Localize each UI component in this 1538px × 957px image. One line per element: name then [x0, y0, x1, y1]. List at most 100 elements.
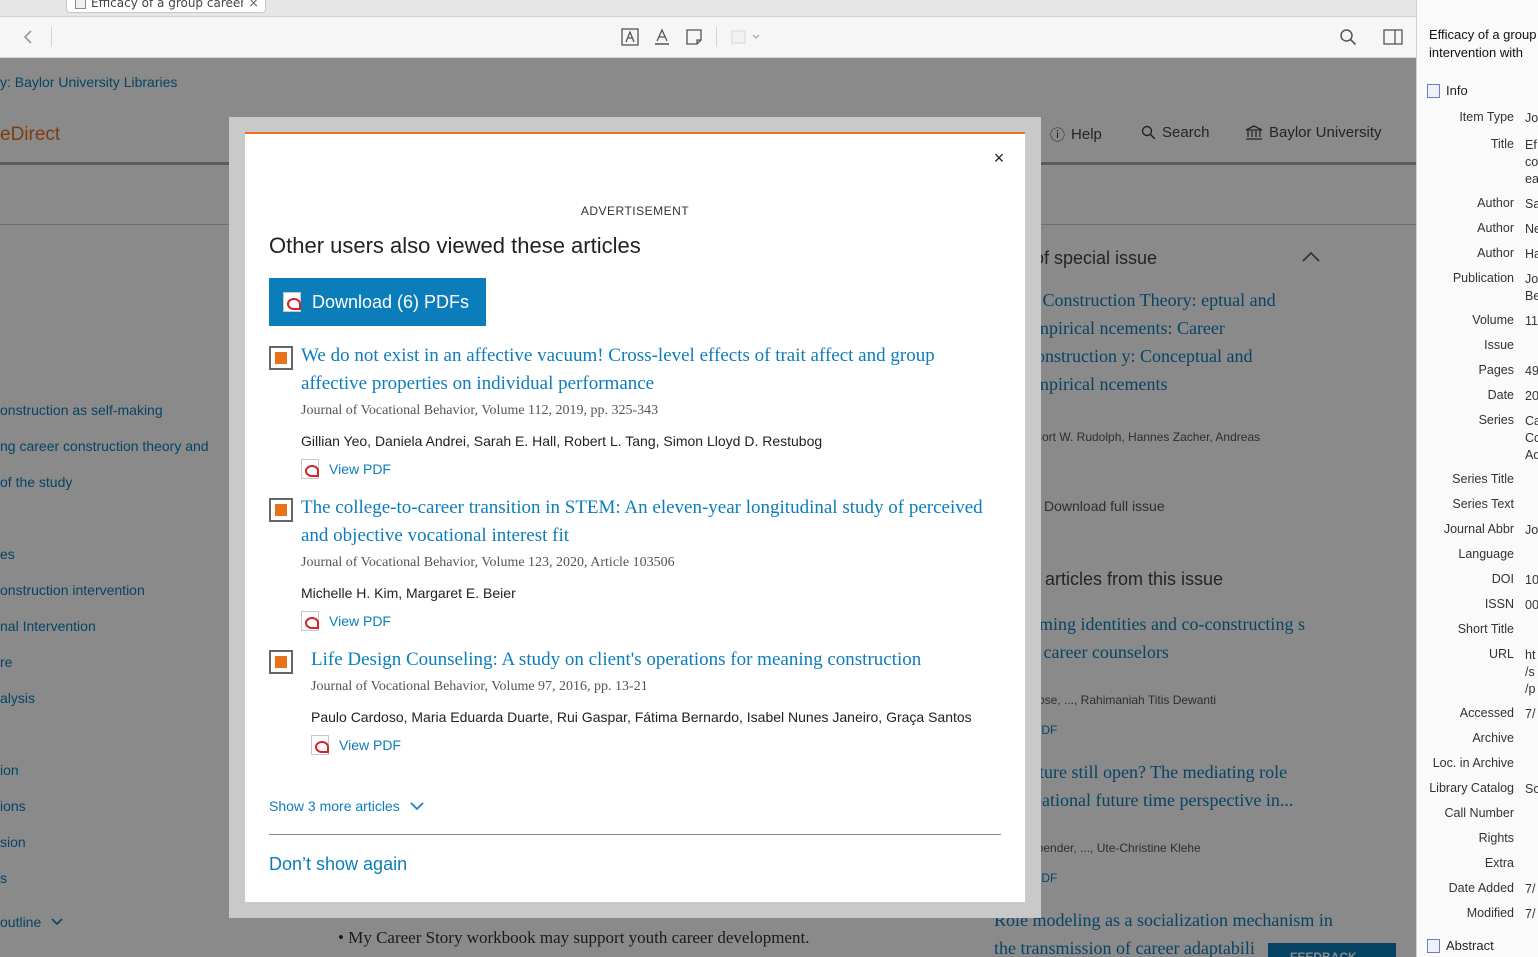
- chevron-left-icon[interactable]: [16, 25, 40, 49]
- view-pdf-label: View PDF: [339, 737, 401, 753]
- field-value[interactable]: Sa: [1525, 196, 1538, 213]
- field-label: ISSN: [1484, 597, 1514, 611]
- field-value[interactable]: 7/: [1525, 706, 1538, 723]
- text-box-icon[interactable]: [618, 25, 642, 49]
- abstract-section-label: Abstract: [1446, 938, 1494, 953]
- field-value[interactable]: Sc: [1525, 781, 1538, 798]
- field-label: Loc. in Archive: [1432, 756, 1514, 770]
- view-pdf-link[interactable]: View PDF: [301, 611, 1001, 631]
- item-pane-title: Efficacy of a group intervention with: [1429, 27, 1537, 60]
- field-label: Author: [1477, 221, 1514, 235]
- view-pdf-link[interactable]: View PDF: [311, 735, 991, 755]
- article-journal: Journal of Vocational Behavior, Volume 1…: [301, 555, 675, 570]
- field-value[interactable]: ht /s /p: [1525, 647, 1538, 698]
- field-label: Date Added: [1448, 881, 1514, 895]
- field-label: Title: [1490, 137, 1514, 151]
- info-section-label: Info: [1446, 83, 1468, 98]
- field-value[interactable]: 7/: [1525, 881, 1538, 898]
- info-section-header[interactable]: Info: [1427, 83, 1468, 98]
- field-label: Journal Abbr: [1443, 522, 1514, 536]
- modal-title: Other users also viewed these articles: [269, 233, 641, 258]
- article-title[interactable]: We do not exist in an affective vacuum! …: [301, 342, 1001, 398]
- field-label: Author: [1477, 246, 1514, 260]
- article-title[interactable]: Life Design Counseling: A study on clien…: [311, 646, 991, 674]
- field-label: Archive: [1472, 731, 1514, 745]
- dont-show-again-link[interactable]: Don’t show again: [269, 854, 407, 875]
- article-checkbox[interactable]: [269, 346, 293, 370]
- download-pdfs-label: Download (6) PDFs: [312, 291, 470, 312]
- field-label: Short Title: [1457, 622, 1514, 636]
- pdf-icon: [311, 735, 329, 755]
- article-authors: Paulo Cardoso, Maria Eduarda Duarte, Rui…: [311, 709, 972, 725]
- show-more-articles[interactable]: Show 3 more articles: [269, 798, 424, 814]
- info-icon: [1427, 83, 1440, 98]
- field-label: Date: [1487, 388, 1514, 402]
- field-label: Issue: [1484, 338, 1514, 352]
- field-label: Series Text: [1452, 497, 1514, 511]
- field-label: Accessed: [1459, 706, 1514, 720]
- pdf-file-icon: [75, 0, 86, 9]
- article-journal: Journal of Vocational Behavior, Volume 9…: [311, 679, 648, 694]
- field-value[interactable]: 10: [1525, 572, 1538, 589]
- view-pdf-label: View PDF: [329, 461, 391, 477]
- close-icon[interactable]: ×: [989, 148, 1009, 168]
- download-pdfs-button[interactable]: Download (6) PDFs: [269, 278, 486, 326]
- abstract-section-header[interactable]: Abstract: [1427, 938, 1494, 953]
- field-value[interactable]: 7/: [1525, 906, 1538, 923]
- toolbar-divider: [51, 27, 52, 47]
- field-label: Rights: [1478, 831, 1514, 845]
- field-value[interactable]: 20: [1525, 388, 1538, 405]
- field-value[interactable]: Jo: [1525, 522, 1538, 539]
- field-label: Language: [1458, 547, 1514, 561]
- reader-toolbar: [0, 17, 1416, 58]
- pdf-icon: [301, 611, 319, 631]
- document-tab[interactable]: Efficacy of a group career ×: [66, 0, 266, 13]
- tab-title: Efficacy of a group career: [91, 0, 244, 10]
- field-label: Series: [1478, 413, 1514, 427]
- field-value[interactable]: Ha: [1525, 246, 1538, 263]
- field-label: Pages: [1478, 363, 1514, 377]
- field-label: DOI: [1491, 572, 1514, 586]
- field-value[interactable]: 00: [1525, 597, 1538, 614]
- note-icon[interactable]: [682, 25, 706, 49]
- field-value[interactable]: Ca Co Ad: [1525, 413, 1538, 464]
- text-underline-icon[interactable]: [650, 25, 674, 49]
- article-authors: Michelle H. Kim, Margaret E. Beier: [301, 585, 516, 601]
- field-label: Author: [1477, 196, 1514, 210]
- field-label: Extra: [1484, 856, 1514, 870]
- field-label: Publication: [1452, 271, 1514, 285]
- pdf-icon: [301, 459, 319, 479]
- toolbar-divider: [716, 27, 717, 47]
- sidebar-toggle-icon[interactable]: [1381, 25, 1405, 49]
- pdf-icon: [283, 292, 301, 312]
- article-checkbox[interactable]: [269, 498, 293, 522]
- tab-close-icon[interactable]: ×: [248, 0, 259, 11]
- chevron-down-icon: [410, 801, 424, 810]
- field-label: Modified: [1466, 906, 1514, 920]
- field-label: Volume: [1472, 313, 1514, 327]
- field-value[interactable]: 49: [1525, 363, 1538, 380]
- abstract-icon: [1427, 938, 1440, 953]
- field-value[interactable]: Jo Be: [1525, 271, 1538, 305]
- color-picker-icon[interactable]: [730, 25, 764, 49]
- modal-divider: [269, 834, 1001, 835]
- view-pdf-label: View PDF: [329, 613, 391, 629]
- show-more-label: Show 3 more articles: [269, 798, 400, 814]
- search-icon[interactable]: [1336, 25, 1360, 49]
- field-label: Item Type: [1459, 110, 1514, 124]
- related-articles-modal: × ADVERTISEMENT Other users also viewed …: [245, 132, 1025, 902]
- field-label: URL: [1488, 647, 1514, 661]
- advertisement-label: ADVERTISEMENT: [580, 204, 690, 218]
- article-title[interactable]: The college-to-career transition in STEM…: [301, 494, 1001, 550]
- field-label: Library Catalog: [1429, 781, 1514, 795]
- view-pdf-link[interactable]: View PDF: [301, 459, 1001, 479]
- field-label: Call Number: [1444, 806, 1514, 820]
- field-value[interactable]: Jo: [1525, 110, 1538, 127]
- tab-strip: Efficacy of a group career ×: [0, 0, 1416, 17]
- article-checkbox[interactable]: [269, 650, 293, 674]
- item-info-pane: Efficacy of a group intervention with In…: [1416, 0, 1538, 957]
- field-value[interactable]: Ef co ea: [1525, 137, 1538, 188]
- field-label: Series Title: [1452, 472, 1514, 486]
- field-value[interactable]: Ne: [1525, 221, 1538, 238]
- field-value[interactable]: 11: [1525, 313, 1538, 330]
